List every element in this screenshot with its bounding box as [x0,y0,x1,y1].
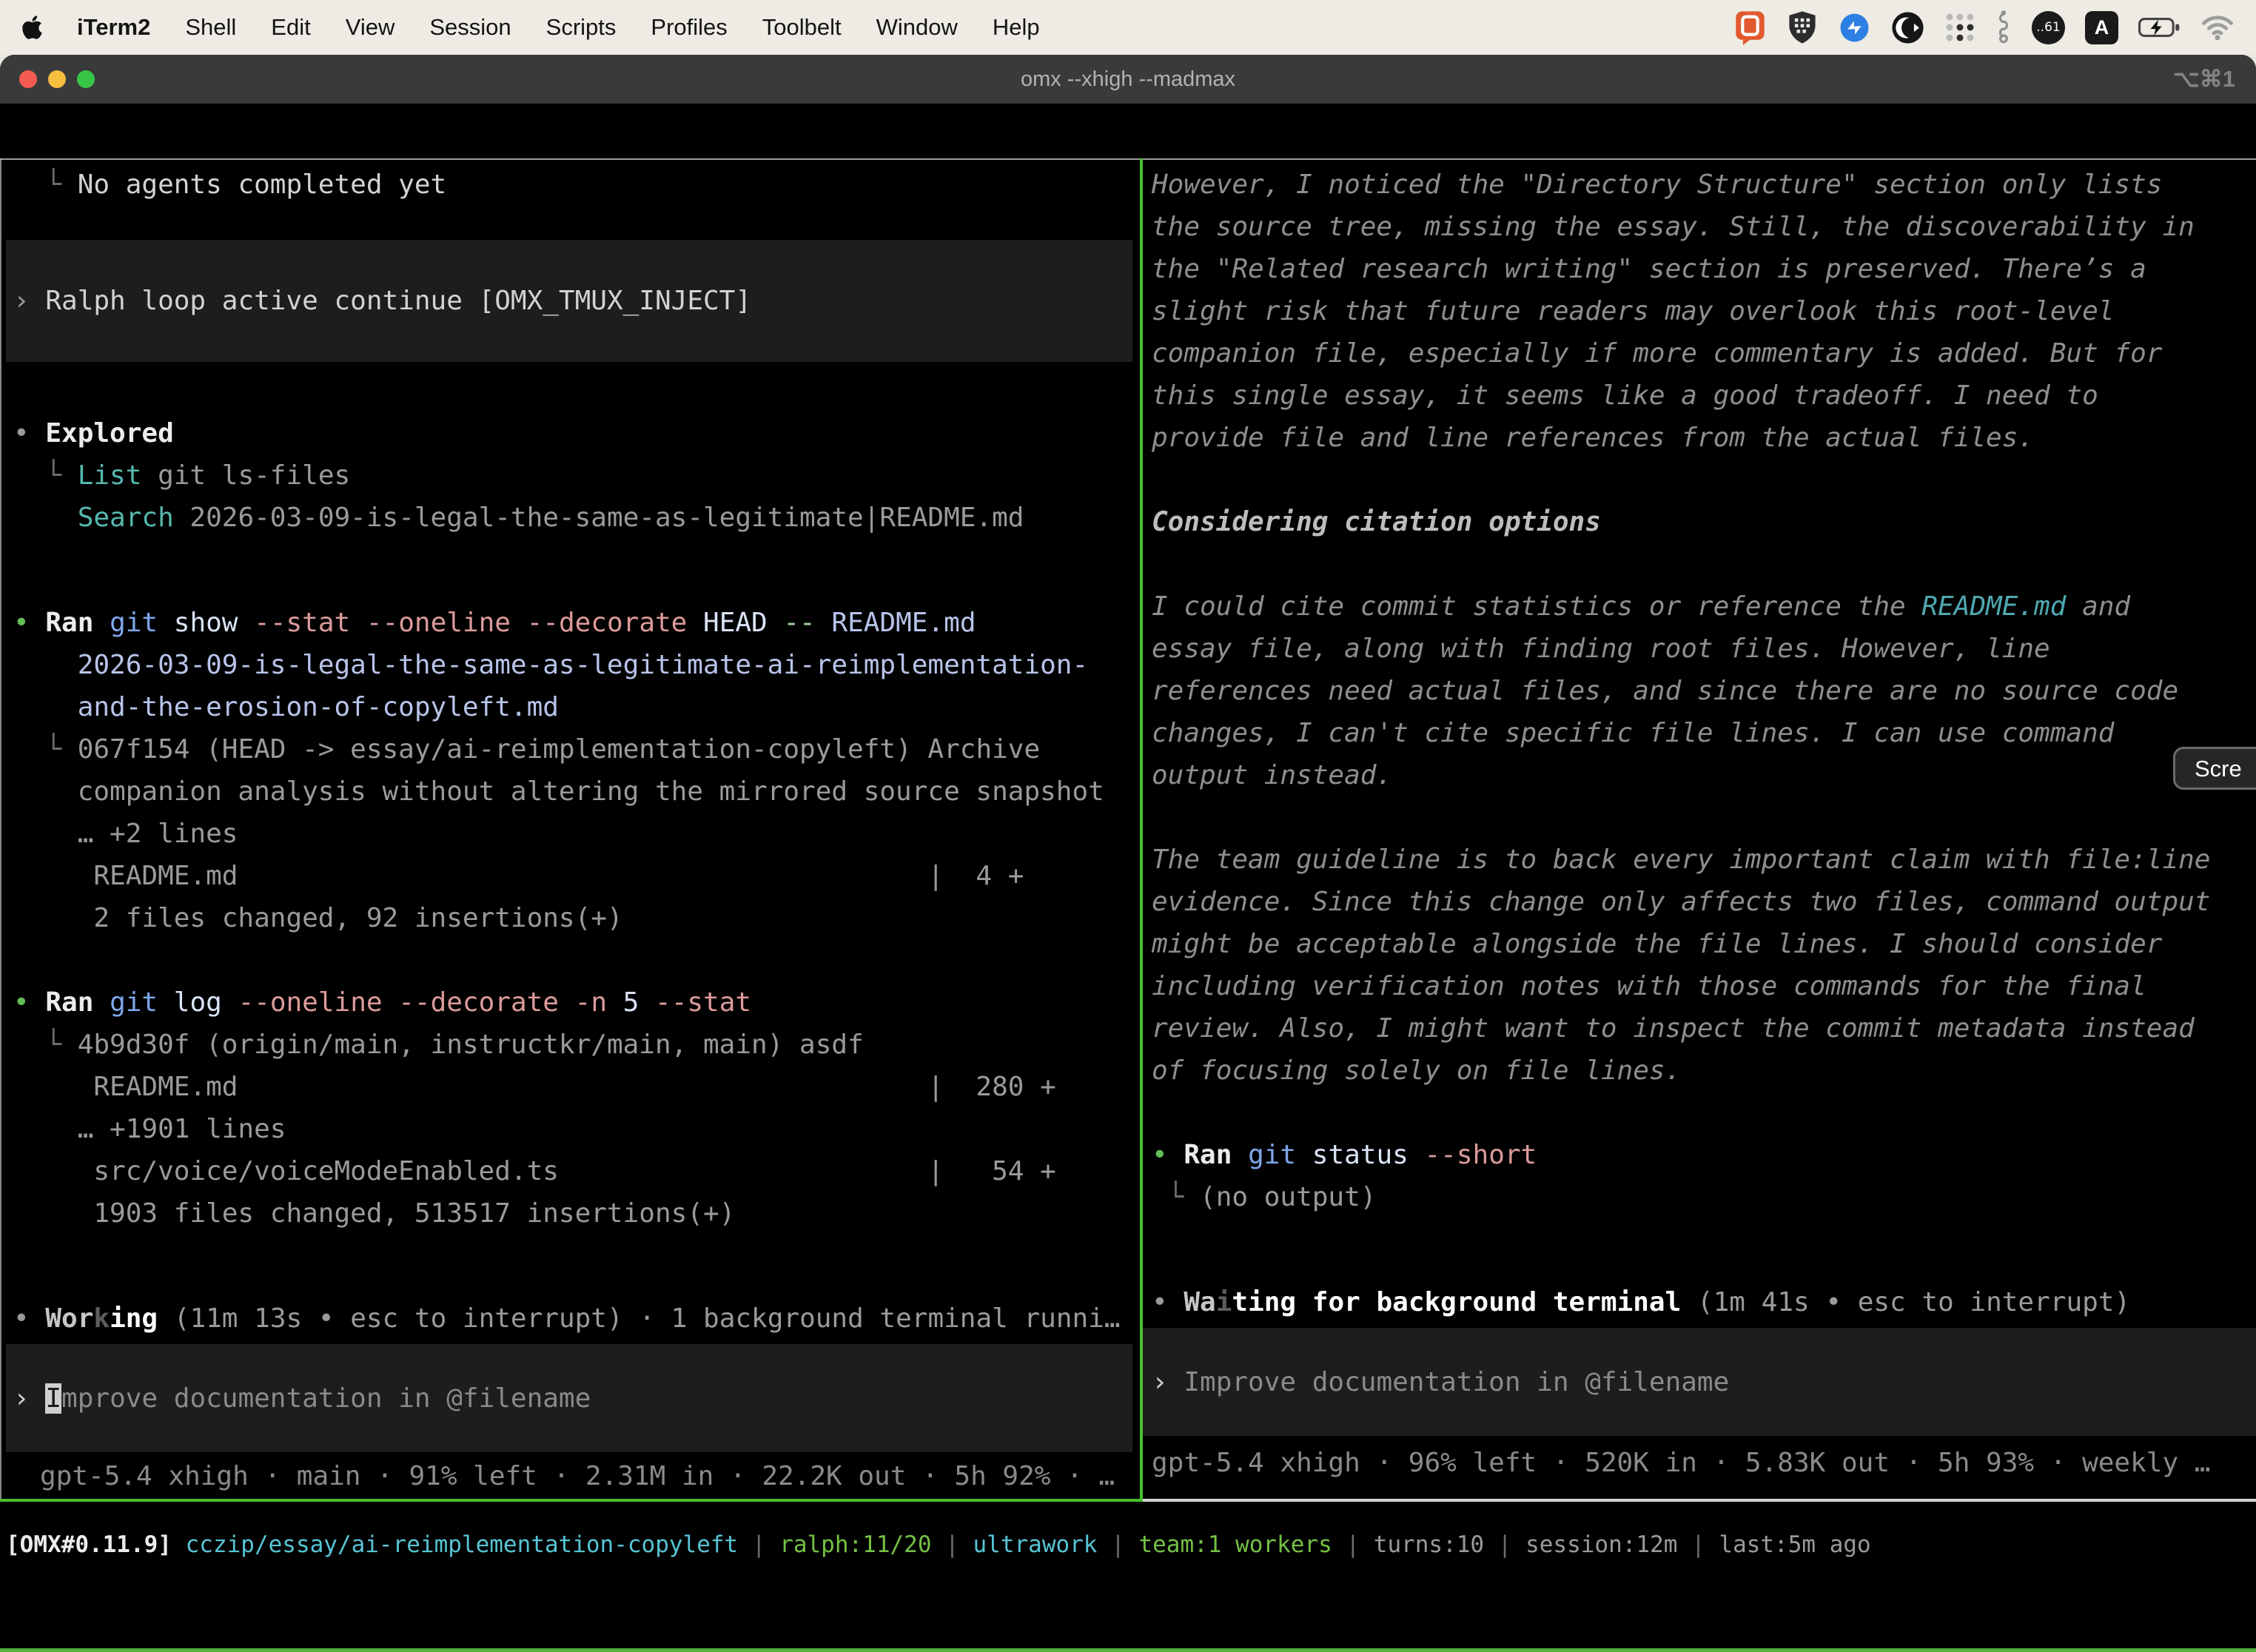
log-commit-line: └ 4b9d30f (origin/main, instructkr/main,… [0,1024,1140,1066]
screen-share-overlay-label: Scre [2195,748,2242,790]
minimize-button[interactable] [48,70,66,88]
menu-iterm2[interactable]: iTerm2 [77,14,150,41]
menu-session[interactable]: Session [429,14,511,41]
commit-message-line: companion analysis without altering the … [0,770,1140,813]
reasoning-line: review. Also, I might want to inspect th… [1143,1007,2256,1050]
ran-git-status-command: • Ran git status --short [1143,1134,2256,1176]
menubar-menu-items: iTerm2 Shell Edit View Session Scripts Profile… [77,14,1040,41]
apple-menu-icon[interactable] [22,14,42,41]
crescent-app-icon[interactable] [1891,11,1924,44]
circle-61-badge[interactable]: ..61 [2032,11,2065,44]
input-source-a-icon[interactable]: A [2085,11,2118,44]
omx-status-line: [OMX#0.11.9] cczip/essay/ai-reimplementa… [6,1524,2256,1566]
right-pane[interactable]: However, I noticed the "Directory Struct… [1143,160,2256,1499]
explored-header: • Explored [0,412,1140,454]
log-stat-src-line: src/voice/voiceModeEnabled.ts | 54 + [0,1150,1140,1192]
zoom-button[interactable] [77,70,95,88]
reasoning-line: slight risk that future readers may over… [1143,290,2256,332]
explored-search-line: Search 2026-03-09-is-legal-the-same-as-l… [0,497,1140,539]
tmux-status-bar: [omx-cczip0:bash* "MacBook-Pro-44.local"… [0,1648,2256,1652]
terminal-window: omx --xhigh --madmax ⌥⌘1 └ No agents com… [0,55,2256,1652]
model-status-line: gpt-5.4 xhigh · 96% left · 520K in · 5.8… [1143,1442,2256,1484]
reasoning-line: of focusing solely on file lines. [1143,1050,2256,1092]
reasoning-line: including verification notes with those … [1143,965,2256,1007]
agents-completed-line: └ No agents completed yet [0,164,1140,206]
shield-grid-icon[interactable] [1787,10,1818,44]
reasoning-line: provide file and line references from th… [1143,417,2256,459]
log-stat-summary-line: 1903 files changed, 513517 insertions(+) [0,1192,1140,1235]
dots-grid-icon[interactable] [1944,12,1975,43]
window-shortcut-badge: ⌥⌘1 [2173,66,2235,93]
traffic-lights [19,55,95,104]
squiggle-icon[interactable] [1995,10,2012,45]
commit-line: └ 067f154 (HEAD -> essay/ai-reimplementa… [0,728,1140,770]
screen-share-overlay[interactable]: Scre [2173,747,2256,790]
essay-filename-line-1: 2026-03-09-is-legal-the-same-as-legitima… [0,644,1140,686]
reasoning-line: output instead. [1143,754,2256,796]
menu-toolbelt[interactable]: Toolbelt [762,14,842,41]
tmux-session-label: [omx-cczip0:bash* [7,1648,242,1652]
battery-icon[interactable] [2138,16,2181,38]
menu-view[interactable]: View [346,14,395,41]
chat-bubble-icon[interactable] [1733,10,1767,45]
reasoning-line: companion file, especially if more comme… [1143,332,2256,375]
wifi-icon[interactable] [2201,14,2234,41]
pane-border-bottom-inactive [1143,1499,2256,1502]
menubar-menus-group: iTerm2 Shell Edit View Session Scripts Profile… [22,14,1040,41]
menubar-status-icons: ..61 A [1733,10,2234,45]
reasoning-line: I could cite commit statistics or refere… [1143,585,2256,628]
menu-profiles[interactable]: Profiles [651,14,727,41]
blue-badge-icon[interactable] [1838,11,1871,44]
menu-window[interactable]: Window [876,14,958,41]
reasoning-heading: Considering citation options [1143,501,2256,543]
reasoning-line: references need actual files, and since … [1143,670,2256,712]
explored-list-line: └ List git ls-files [0,454,1140,497]
prompt-input-box: › Improve documentation in @filename [1143,1361,1729,1403]
stat-readme-line: README.md | 4 + [0,855,1140,897]
tmux-host-clock: "MacBook-Pro-44.local" 04:52 31-Mar-26 [1724,1648,2249,1652]
stat-summary-line: 2 files changed, 92 insertions(+) [0,897,1140,939]
reasoning-line: evidence. Since this change only affects… [1143,881,2256,923]
reasoning-line: changes, I can't cite specific file line… [1143,712,2256,754]
menubar: iTerm2 Shell Edit View Session Scripts Profile… [0,0,2256,55]
reasoning-line: essay file, along with finding root file… [1143,628,2256,670]
window-title: omx --xhigh --madmax [1021,67,1235,92]
log-more-lines-ellipsis: … +1901 lines [0,1108,1140,1150]
menu-help[interactable]: Help [993,14,1040,41]
essay-filename-line-2: and-the-erosion-of-copyleft.md [0,686,1140,728]
ralph-loop-prompt-box[interactable]: › Ralph loop active continue [OMX_TMUX_I… [6,240,1132,362]
ralph-loop-prompt-box: › Ralph loop active continue [OMX_TMUX_I… [6,280,751,322]
reasoning-line: However, I noticed the "Directory Struct… [1143,164,2256,206]
input-source-label: A [2095,16,2109,39]
prompt-input-box: › Improve documentation in @filename [6,1377,591,1420]
working-status-line: • Working (11m 13s • esc to interrupt) ·… [0,1297,1140,1340]
menu-edit[interactable]: Edit [271,14,310,41]
prompt-input-box[interactable]: › Improve documentation in @filename [6,1344,1132,1452]
menu-shell[interactable]: Shell [185,14,236,41]
prompt-input-box[interactable]: › Improve documentation in @filename [1143,1328,2256,1436]
reasoning-line: the "Related research writing" section i… [1143,248,2256,290]
terminal-content: └ No agents completed yet › Ralph loop ac… [0,158,2256,1652]
pane-border-bottom-active [0,1499,1143,1502]
reasoning-line: might be acceptable alongside the file l… [1143,923,2256,965]
menu-scripts[interactable]: Scripts [546,14,617,41]
ran-git-show-command: • Ran git show --stat --oneline --decora… [0,602,1140,644]
left-pane[interactable]: └ No agents completed yet › Ralph loop ac… [0,160,1140,1499]
reasoning-line: The team guideline is to back every impo… [1143,839,2256,881]
circle-61-label: ..61 [2036,20,2060,35]
log-stat-readme-line: README.md | 280 + [0,1066,1140,1108]
reasoning-line: the source tree, missing the essay. Stil… [1143,206,2256,248]
no-output-line: └ (no output) [1143,1176,2256,1218]
close-button[interactable] [19,70,37,88]
waiting-status-line: • Waiting for background terminal (1m 41… [1143,1281,2256,1323]
titlebar[interactable]: omx --xhigh --madmax ⌥⌘1 [0,55,2256,104]
reasoning-line: this single essay, it seems like a good … [1143,375,2256,417]
ran-git-log-command: • Ran git log --oneline --decorate -n 5 … [0,981,1140,1024]
more-lines-ellipsis: … +2 lines [0,813,1140,855]
model-status-line: gpt-5.4 xhigh · main · 91% left · 2.31M … [0,1455,1140,1497]
